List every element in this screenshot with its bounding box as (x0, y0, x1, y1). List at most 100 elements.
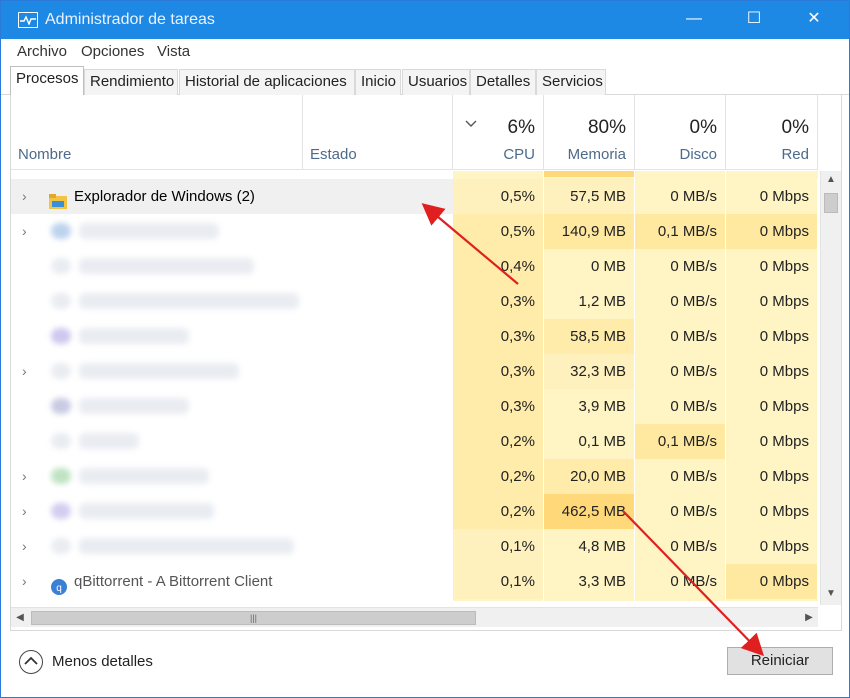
restart-button[interactable]: Reiniciar (727, 647, 833, 675)
table-row[interactable]: › 0,3% 32,3 MB 0 MB/s 0 Mbps (11, 354, 818, 389)
tab-bar: Procesos Rendimiento Historial de aplica… (1, 65, 849, 96)
blurred-process-name (79, 398, 189, 414)
vertical-scroll-thumb[interactable] (824, 193, 838, 213)
column-header-memory[interactable]: 80% Memoria (544, 95, 635, 170)
table-row[interactable]: › 0,2% 462,5 MB 0 MB/s 0 Mbps (11, 494, 818, 529)
table-row[interactable]: 0,3% 1,2 MB 0 MB/s 0 Mbps (11, 284, 818, 319)
title-bar[interactable]: Administrador de tareas — ☐ ✕ (1, 1, 849, 39)
scroll-left-icon[interactable]: ◀ (11, 608, 29, 628)
disk-cell: 0 MB/s (635, 249, 726, 284)
blurred-process-name (79, 468, 209, 484)
blurred-process-name (79, 503, 214, 519)
column-header-cpu[interactable]: 6% CPU (453, 95, 544, 170)
table-row[interactable]: › 0,1% 4,8 MB 0 MB/s 0 Mbps (11, 529, 818, 564)
tab-procesos[interactable]: Procesos (10, 66, 84, 96)
svg-text:q: q (56, 583, 62, 594)
disk-cell: 0 MB/s (635, 494, 726, 529)
expand-chevron-icon[interactable]: › (22, 459, 27, 494)
network-cell: 0 Mbps (726, 389, 818, 424)
minimize-button[interactable]: — (671, 1, 717, 39)
network-cell: 0 Mbps (726, 284, 818, 319)
scroll-up-icon[interactable]: ▲ (821, 171, 841, 189)
network-cell: 0 Mbps (726, 459, 818, 494)
horizontal-scroll-thumb[interactable]: ||| (31, 611, 476, 625)
disk-cell: 0 MB/s (635, 459, 726, 494)
table-row[interactable]: › q qBittorrent - A Bittorrent Client 0,… (11, 564, 818, 599)
table-row[interactable]: 0,3% 58,5 MB 0 MB/s 0 Mbps (11, 319, 818, 354)
sort-chevron-icon (465, 117, 477, 131)
expand-chevron-icon[interactable]: › (22, 494, 27, 529)
network-total: 0% (781, 117, 809, 138)
column-header-network[interactable]: 0% Red (726, 95, 818, 170)
cpu-cell: 0,4% (453, 249, 544, 284)
cpu-label: CPU (503, 146, 535, 163)
cpu-cell: 0,5% (453, 179, 544, 214)
task-manager-window: Administrador de tareas — ☐ ✕ Archivo Op… (0, 0, 850, 698)
column-header-name[interactable]: Nombre (11, 95, 303, 170)
horizontal-scrollbar[interactable]: ◀ ||| ▶ (11, 607, 818, 627)
tab-rendimiento[interactable]: Rendimiento (84, 69, 178, 95)
scroll-right-icon[interactable]: ▶ (800, 608, 818, 628)
memory-cell: 462,5 MB (544, 494, 635, 529)
network-cell: 0 Mbps (726, 354, 818, 389)
close-button[interactable]: ✕ (791, 1, 837, 39)
network-cell: 0 Mbps (726, 319, 818, 354)
table-row[interactable]: › Explorador de Windows (2) 0,5% 57,5 MB… (11, 179, 818, 214)
cpu-cell: 0,2% (453, 494, 544, 529)
disk-cell: 0 MB/s (635, 564, 726, 599)
expand-chevron-icon[interactable]: › (22, 529, 27, 564)
expand-chevron-icon[interactable]: › (22, 214, 27, 249)
tab-inicio[interactable]: Inicio (355, 69, 401, 95)
process-name-cell (11, 249, 453, 284)
blurred-app-icon (51, 293, 71, 309)
tab-historial[interactable]: Historial de aplicaciones (179, 69, 355, 95)
memory-cell: 20,0 MB (544, 459, 635, 494)
expand-chevron-icon[interactable]: › (22, 564, 27, 599)
tab-usuarios[interactable]: Usuarios (402, 69, 470, 95)
tab-detalles[interactable]: Detalles (470, 69, 536, 95)
process-name-cell: › (11, 494, 453, 529)
qbittorrent-icon: q (51, 573, 69, 595)
blurred-app-icon (51, 363, 71, 379)
less-details-chevron-icon[interactable] (19, 650, 43, 674)
vertical-scrollbar[interactable]: ▲ ▼ (820, 171, 841, 605)
memory-cell: 140,9 MB (544, 214, 635, 249)
blurred-process-name (79, 258, 254, 274)
tab-servicios[interactable]: Servicios (536, 69, 606, 95)
disk-cell: 0,1 MB/s (635, 214, 726, 249)
expand-chevron-icon[interactable]: › (22, 179, 27, 214)
expand-chevron-icon[interactable]: › (22, 354, 27, 389)
memory-cell: 0 MB (544, 249, 635, 284)
menu-opciones[interactable]: Opciones (81, 43, 144, 60)
table-row[interactable]: 0,4% 0 MB 0 MB/s 0 Mbps (11, 249, 818, 284)
memory-cell: 57,5 MB (544, 179, 635, 214)
blurred-process-name (79, 223, 219, 239)
footer: Menos detalles Reiniciar (1, 631, 849, 697)
disk-cell: 0,1 MB/s (635, 424, 726, 459)
menu-bar: Archivo Opciones Vista (1, 39, 849, 65)
memory-heat-top (544, 171, 634, 177)
less-details-link[interactable]: Menos detalles (52, 653, 153, 670)
cpu-cell: 0,2% (453, 459, 544, 494)
network-cell: 0 Mbps (726, 564, 818, 599)
column-header-status[interactable]: Estado (303, 95, 453, 170)
memory-cell: 58,5 MB (544, 319, 635, 354)
cpu-cell: 0,2% (453, 424, 544, 459)
maximize-button[interactable]: ☐ (731, 1, 777, 39)
network-label: Red (781, 146, 809, 163)
disk-cell: 0 MB/s (635, 179, 726, 214)
cpu-cell: 0,3% (453, 319, 544, 354)
process-name-cell (11, 284, 453, 319)
table-row[interactable]: 0,2% 0,1 MB 0,1 MB/s 0 Mbps (11, 424, 818, 459)
table-row[interactable]: 0,3% 3,9 MB 0 MB/s 0 Mbps (11, 389, 818, 424)
cpu-total: 6% (507, 117, 535, 138)
window-title: Administrador de tareas (45, 11, 215, 28)
menu-vista[interactable]: Vista (157, 43, 190, 60)
scroll-down-icon[interactable]: ▼ (821, 585, 841, 603)
column-header-disk[interactable]: 0% Disco (635, 95, 726, 170)
table-row[interactable]: › 0,5% 140,9 MB 0,1 MB/s 0 Mbps (11, 214, 818, 249)
network-cell: 0 Mbps (726, 179, 818, 214)
table-row[interactable]: › 0,2% 20,0 MB 0 MB/s 0 Mbps (11, 459, 818, 494)
menu-archivo[interactable]: Archivo (17, 43, 67, 60)
memory-cell: 3,3 MB (544, 564, 635, 599)
